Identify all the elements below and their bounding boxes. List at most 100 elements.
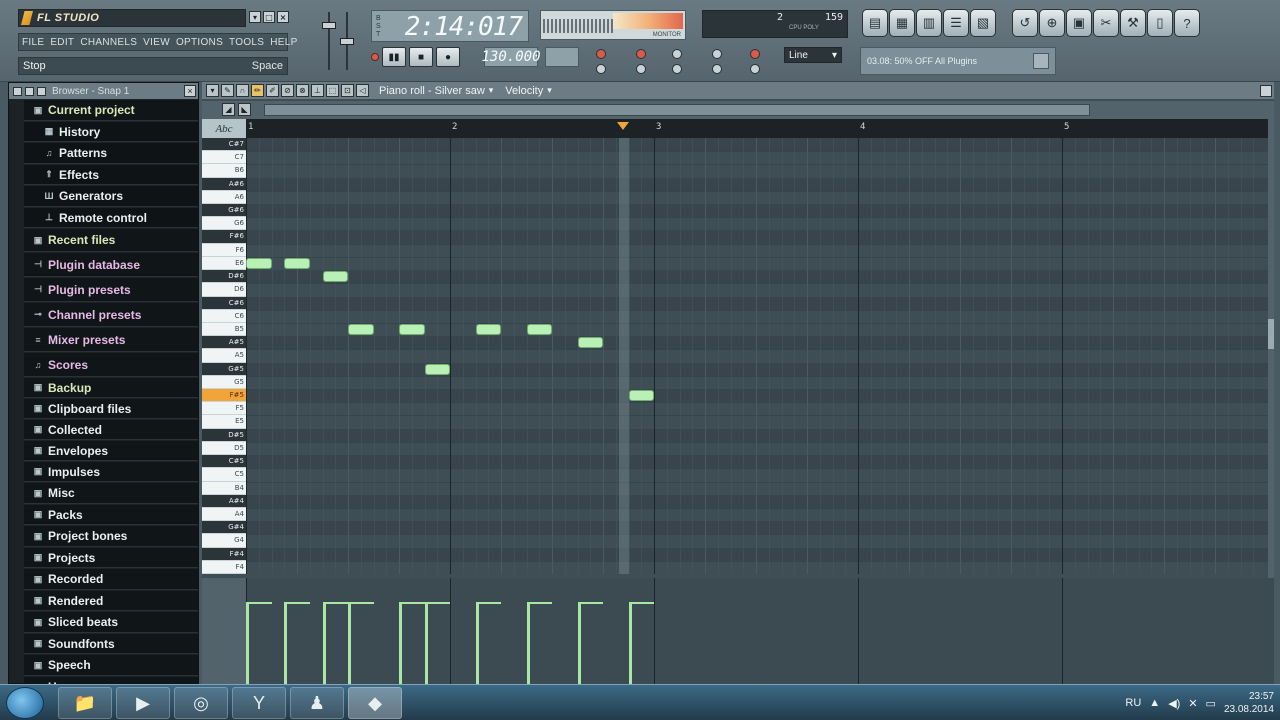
overdub-button[interactable] (712, 64, 722, 74)
browser-item-recorded[interactable]: ▣ Recorded (24, 569, 198, 590)
browser-item-speech[interactable]: ▣ Speech (24, 655, 198, 676)
velocity-bar-6[interactable] (475, 604, 479, 684)
slice-icon[interactable]: ⊥ (311, 84, 324, 97)
velocity-bar-1[interactable] (284, 604, 288, 684)
download-icon[interactable] (1033, 53, 1049, 69)
countdown-button[interactable] (672, 49, 682, 59)
playlist-icon[interactable]: ▤ (862, 9, 888, 37)
note-1[interactable] (284, 258, 310, 269)
browser-item-projects[interactable]: ▣ Projects (24, 548, 198, 568)
browser-item-plugin-database[interactable]: ⊣ Plugin database (24, 253, 198, 277)
minimize-button[interactable]: ▾ (249, 11, 261, 23)
menu-tools[interactable]: TOOLS (226, 37, 267, 48)
help-icon[interactable]: ? (1174, 9, 1200, 37)
piano-key-e5[interactable]: E5 (202, 415, 246, 429)
browser-item-envelopes[interactable]: ▣ Envelopes (24, 441, 198, 461)
piano-key-gsharp5[interactable]: G#5 (202, 362, 246, 376)
pattern-mode-led[interactable] (371, 53, 379, 61)
news-panel[interactable]: 03.08: 50% OFF All Plugins (860, 47, 1056, 75)
menu-file[interactable]: FILE (19, 37, 47, 48)
scroll-thumb[interactable] (1268, 319, 1274, 349)
piano-key-fsharp6[interactable]: F#6 (202, 230, 246, 244)
save-icon[interactable]: ▣ (1066, 9, 1092, 37)
master-volume-slider[interactable] (322, 12, 336, 70)
browser-item-impulses[interactable]: ▣ Impulses (24, 462, 198, 482)
piano-key-f5[interactable]: F5 (202, 402, 246, 416)
velocity-grid[interactable] (246, 578, 1270, 684)
menu-arrow-icon[interactable]: ▾ (206, 84, 219, 97)
note-0[interactable] (246, 258, 272, 269)
menu-channels[interactable]: CHANNELS (77, 37, 140, 48)
new-file-icon[interactable]: ⊕ (1039, 9, 1065, 37)
flag-icon[interactable]: ▭ (1206, 697, 1216, 710)
typing-keyboard-button[interactable] (636, 64, 646, 74)
note-grid[interactable] (246, 138, 1270, 574)
tempo-display[interactable]: 130.000 (482, 47, 541, 67)
time-ruler[interactable]: Abc 1 2 3 4 5 (202, 119, 1274, 138)
wrench-icon[interactable]: ✎ (221, 84, 234, 97)
menu-edit[interactable]: EDIT (47, 37, 77, 48)
piano-key-d6[interactable]: D6 (202, 283, 246, 297)
vertical-scrollbar[interactable] (1268, 119, 1274, 578)
piano-key-fsharp5[interactable]: F#5 (202, 389, 246, 403)
clock[interactable]: 23:57 23.08.2014 (1224, 690, 1274, 716)
restore-icon[interactable] (1260, 84, 1272, 97)
master-pitch-slider[interactable] (340, 12, 354, 70)
piano-roll-title[interactable]: Piano roll - Silver saw (379, 85, 485, 97)
undo-icon[interactable]: ↺ (1012, 9, 1038, 37)
piano-key-a5[interactable]: A5 (202, 349, 246, 363)
browser-item-soundfonts[interactable]: ▣ Soundfonts (24, 634, 198, 654)
note-5[interactable] (424, 363, 450, 375)
snap-mode-select[interactable]: Line ▾ (784, 47, 842, 63)
browser-item-misc[interactable]: ▣ Misc (24, 483, 198, 504)
note-9[interactable] (628, 390, 654, 402)
mute-icon[interactable]: ⊗ (296, 84, 309, 97)
menu-help[interactable]: HELP (267, 37, 300, 48)
speaker-icon[interactable]: ◁ (356, 84, 369, 97)
wrench-icon[interactable]: ⚒ (1120, 9, 1146, 37)
multilink-button[interactable] (750, 64, 760, 74)
piano-key-f4[interactable]: F4 (202, 561, 246, 574)
piano-key-asharp4[interactable]: A#4 (202, 494, 246, 508)
volume-icon[interactable]: ◀) (1168, 697, 1180, 710)
browser-menu-icon[interactable] (13, 86, 22, 96)
chrome-icon[interactable]: ◎ (174, 687, 228, 719)
start-button[interactable] (6, 687, 44, 719)
close-icon[interactable]: × (184, 85, 196, 97)
step-edit-button[interactable] (712, 49, 722, 59)
piano-key-gsharp6[interactable]: G#6 (202, 204, 246, 218)
piano-key-csharp6[interactable]: C#6 (202, 296, 246, 310)
velocity-bar-9[interactable] (628, 604, 632, 684)
browser-item-channel-presets[interactable]: ⊸ Channel presets (24, 303, 198, 327)
loop-record-button[interactable] (596, 64, 606, 74)
piano-key-gsharp4[interactable]: G#4 (202, 521, 246, 535)
browser-item-rendered[interactable]: ▣ Rendered (24, 591, 198, 611)
browser-item-effects[interactable]: ⇑ Effects (24, 165, 198, 185)
piano-key-asharp5[interactable]: A#5 (202, 336, 246, 350)
pause-button[interactable]: ▮▮ (382, 47, 406, 67)
browser-item-generators[interactable]: Ш Generators (24, 186, 198, 207)
maximize-button[interactable]: □ (263, 11, 275, 23)
select-icon[interactable]: ⬚ (326, 84, 339, 97)
yandex-icon[interactable]: Y (232, 687, 286, 719)
piano-key-c5[interactable]: C5 (202, 468, 246, 482)
browser-item-packs[interactable]: ▣ Packs (24, 505, 198, 525)
piano-key-dsharp6[interactable]: D#6 (202, 270, 246, 284)
language-indicator[interactable]: RU (1125, 697, 1141, 709)
browser-item-backup[interactable]: ▣ Backup (24, 378, 198, 398)
snap-button[interactable] (672, 64, 682, 74)
chevron-down-icon[interactable]: ▾ (489, 85, 494, 96)
piano-key-b6[interactable]: B6 (202, 164, 246, 178)
piano-key-d5[interactable]: D5 (202, 442, 246, 456)
note-6[interactable] (475, 324, 501, 336)
cut-icon[interactable]: ✂ (1093, 9, 1119, 37)
piano-key-csharp7[interactable]: C#7 (202, 138, 246, 152)
piano-key-asharp6[interactable]: A#6 (202, 177, 246, 191)
piano-key-a6[interactable]: A6 (202, 191, 246, 205)
velocity-bar-8[interactable] (577, 604, 581, 684)
velocity-bar-3[interactable] (348, 604, 351, 684)
song-time-display[interactable]: BST 2:14:017 (371, 10, 529, 42)
fl-studio-taskbar-icon[interactable]: ◆ (348, 687, 402, 719)
zoom-out-icon[interactable]: ◢ (222, 103, 235, 116)
browser-item-project-bones[interactable]: ▣ Project bones (24, 526, 198, 547)
